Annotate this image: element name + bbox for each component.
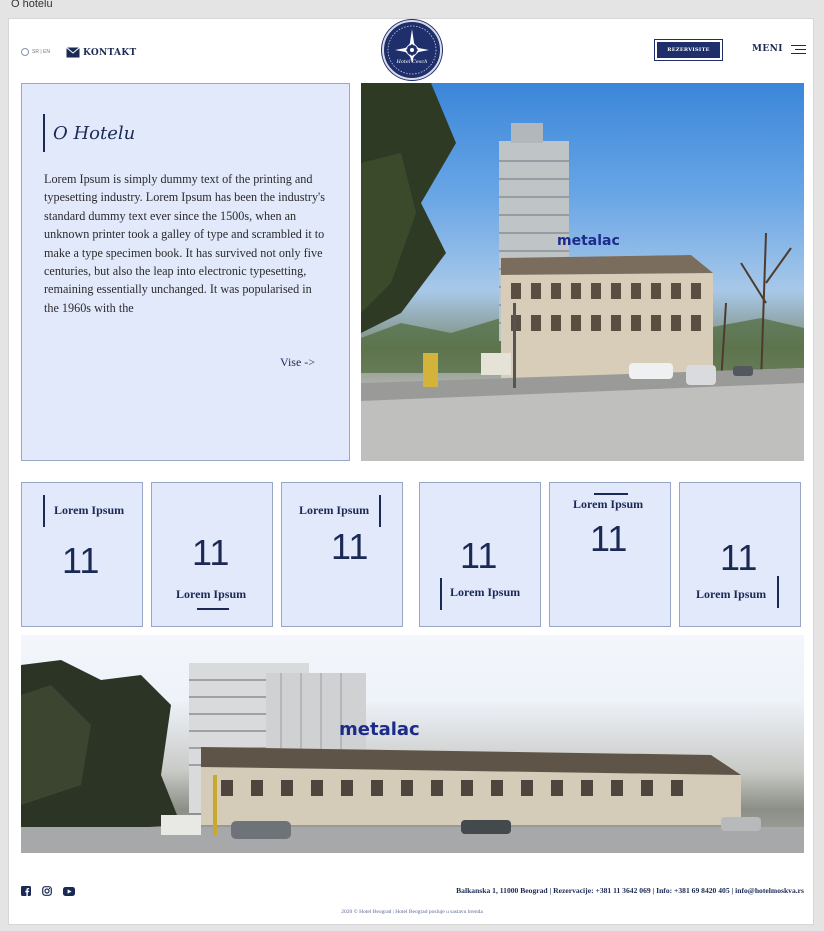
- instagram-icon[interactable]: [42, 886, 52, 896]
- stat-card-1: Lorem Ipsum 11: [21, 482, 143, 627]
- accent-bar: [43, 495, 45, 527]
- reserve-button[interactable]: REZERVISITE: [655, 40, 722, 60]
- more-link[interactable]: Vise ->: [280, 355, 315, 370]
- window-title: O hotelu: [11, 0, 53, 10]
- envelope-icon: [66, 47, 80, 58]
- footer-address: Balkanska 1, 11000 Beograd | Rezervacije…: [456, 886, 804, 895]
- stat-value: 11: [192, 532, 230, 573]
- stat-label: Lorem Ipsum: [696, 587, 767, 601]
- accent-bar: [197, 608, 229, 610]
- stat-value: 11: [62, 540, 100, 581]
- stat-value: 11: [460, 535, 498, 576]
- accent-bar: [594, 493, 628, 495]
- language-label: SR | EN: [32, 49, 50, 55]
- header: SR | EN KONTAKT Hotel Cesch REZERVISITE: [9, 19, 815, 83]
- language-switcher[interactable]: SR | EN: [21, 48, 50, 56]
- about-title: O Hotelu: [43, 114, 135, 152]
- stat-value: 11: [720, 537, 758, 578]
- stat-card-5: Lorem Ipsum 11: [549, 482, 671, 627]
- stat-label: Lorem Ipsum: [573, 497, 644, 511]
- stat-label: Lorem Ipsum: [450, 585, 521, 599]
- menu-label: MENI: [752, 44, 783, 54]
- hotel-photo-facade: metalac: [21, 635, 804, 853]
- youtube-icon[interactable]: [63, 886, 75, 896]
- globe-icon: [21, 48, 29, 56]
- stat-card-3: Lorem Ipsum 11: [281, 482, 403, 627]
- stat-card-2: 11 Lorem Ipsum: [151, 482, 273, 627]
- stat-value: 11: [590, 518, 628, 559]
- building-sign-bottom: metalac: [339, 719, 420, 740]
- stat-value: 11: [331, 526, 369, 567]
- hotel-photo-street: metalac: [361, 83, 804, 461]
- about-text: Lorem Ipsum is simply dummy text of the …: [44, 172, 325, 314]
- contact-label: KONTAKT: [83, 47, 137, 58]
- building-sign: metalac: [557, 233, 620, 249]
- accent-bar: [777, 576, 779, 608]
- hamburger-icon: [790, 44, 806, 54]
- accent-bar: [440, 578, 442, 610]
- hotel-logo[interactable]: Hotel Cesch: [382, 20, 442, 80]
- footer-copyright: 2020 © Hotel Beograd | Hotel Beograd pos…: [341, 909, 483, 915]
- stat-card-6: 11 Lorem Ipsum: [679, 482, 801, 627]
- accent-bar: [379, 495, 381, 527]
- compass-rose-icon: [387, 25, 437, 75]
- stat-label: Lorem Ipsum: [299, 503, 370, 517]
- social-links: [21, 886, 75, 896]
- footer: Balkanska 1, 11000 Beograd | Rezervacije…: [9, 861, 815, 926]
- menu-button[interactable]: MENI: [752, 44, 806, 54]
- stat-label: Lorem Ipsum: [176, 587, 247, 601]
- facebook-icon[interactable]: [21, 886, 31, 896]
- contact-link[interactable]: KONTAKT: [66, 47, 136, 58]
- about-card: O Hotelu Lorem Ipsum is simply dummy tex…: [21, 83, 350, 461]
- logo-text: Hotel Cesch: [396, 59, 428, 65]
- page: SR | EN KONTAKT Hotel Cesch REZERVISITE: [8, 18, 814, 925]
- stat-card-4: 11 Lorem Ipsum: [419, 482, 541, 627]
- stat-label: Lorem Ipsum: [54, 503, 125, 517]
